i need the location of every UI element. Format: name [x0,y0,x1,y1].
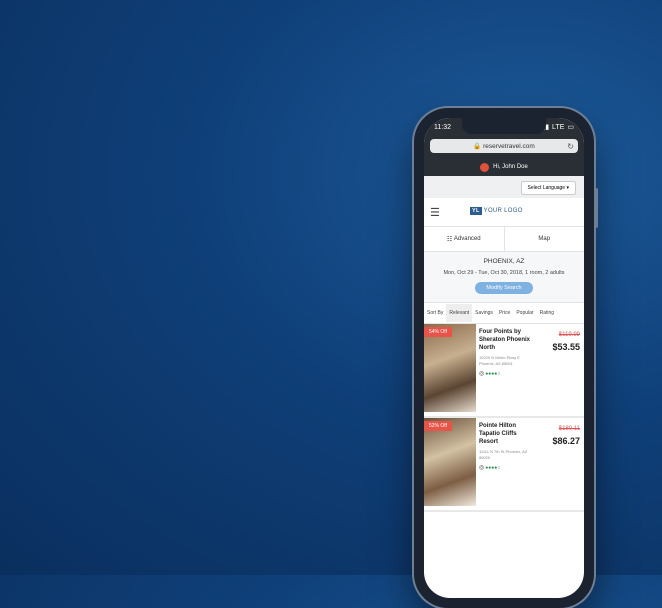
user-greeting: Hi, John Doe [493,164,528,170]
language-select-label: Select Language [527,185,566,191]
search-dates: Mon, Oct 29 - Tue, Oct 30, 2018, 1 room,… [443,270,565,276]
rating-dots: ●●●●○ [485,370,501,377]
hotel-name[interactable]: Pointe Hilton Tapatio Cliffs Resort [479,422,533,446]
filter-icon: ☷ [446,236,454,243]
hotel-card[interactable]: 52% Off Pointe Hilton Tapatio Cliffs Res… [424,418,584,512]
sort-option-relevant[interactable]: Relevant [446,304,473,322]
language-select[interactable]: Select Language ▾ [520,181,576,195]
search-location: PHOENIX, AZ [483,258,525,265]
battery-icon: ▭ [567,124,574,131]
modify-search-button[interactable]: Modify Search [475,282,533,294]
discount-badge: 52% Off [424,421,452,431]
url-field[interactable]: 🔒 reservetravel.com ↻ [430,139,578,153]
phone-device: 11:32 ▮▮▮ LTE ▭ 🔒 reservetravel.com ↻ Hi… [414,108,598,608]
hotel-rating: ◎ ●●●●○ [479,370,581,378]
advanced-label: Advanced [453,236,481,242]
logo-text: YOUR LOGO [483,208,523,214]
hotel-prices: $180.11 $86.27 [552,426,580,446]
avatar [480,162,490,172]
hotel-image[interactable]: 52% Off [424,418,476,506]
phone-screen: 11:32 ▮▮▮ LTE ▭ 🔒 reservetravel.com ↻ Hi… [424,118,584,598]
hamburger-menu-icon[interactable]: ☰ [430,206,440,219]
chevron-down-icon: ▾ [565,185,569,191]
view-toggle-row: ☷ Advanced Map [424,227,584,252]
network-label: LTE [552,123,565,131]
lock-icon: 🔒 [473,143,484,150]
original-price: $119.99 [558,332,580,338]
map-button[interactable]: Map [505,227,585,251]
sort-option-popular[interactable]: Popular [513,310,536,316]
hotel-address: 10220 N Metro Pkwy E Phoenix, AZ 85051 [479,355,520,366]
logo-mark: YL [470,207,482,215]
hotel-rating: ◎ ●●●●○ [479,464,581,472]
advanced-button[interactable]: ☷ Advanced [424,227,505,251]
map-label: Map [538,236,551,242]
tripadvisor-icon: ◎ [479,465,485,471]
site-header: ☰ YL YOUR LOGO [424,198,584,227]
phone-notch [462,118,546,134]
discount-badge: 54% Off [424,327,452,337]
sort-option-rating[interactable]: Rating [537,310,557,316]
hotel-prices: $119.99 $53.55 [552,332,580,352]
browser-bar: 🔒 reservetravel.com ↻ [424,136,584,158]
user-bar[interactable]: Hi, John Doe [424,158,584,176]
discounted-price: $53.55 [552,342,580,352]
original-price: $180.11 [558,426,580,432]
tripadvisor-icon: ◎ [479,371,485,377]
sort-label: Sort By [427,310,444,316]
status-time: 11:32 [434,123,451,131]
hotel-address: 11111 N 7th St Phoenix, AZ 85020 [479,449,528,460]
sort-option-savings[interactable]: Savings [472,310,496,316]
hotel-card[interactable]: 54% Off Four Points by Sheraton Phoenix … [424,324,584,418]
language-bar: Select Language ▾ [424,176,584,198]
discounted-price: $86.27 [552,436,580,446]
hotel-name[interactable]: Four Points by Sheraton Phoenix North [479,328,533,352]
sort-bar: Sort By Relevant Savings Price Popular R… [424,302,584,324]
rating-dots: ●●●●○ [485,464,501,471]
hotel-image[interactable]: 54% Off [424,324,476,412]
site-logo[interactable]: YL YOUR LOGO [470,207,523,215]
search-summary: PHOENIX, AZ Mon, Oct 29 - Tue, Oct 30, 2… [424,252,584,302]
phone-side-button [594,188,598,228]
url-text: reservetravel.com [483,142,535,150]
reload-icon[interactable]: ↻ [567,142,574,151]
sort-option-price[interactable]: Price [496,310,513,316]
